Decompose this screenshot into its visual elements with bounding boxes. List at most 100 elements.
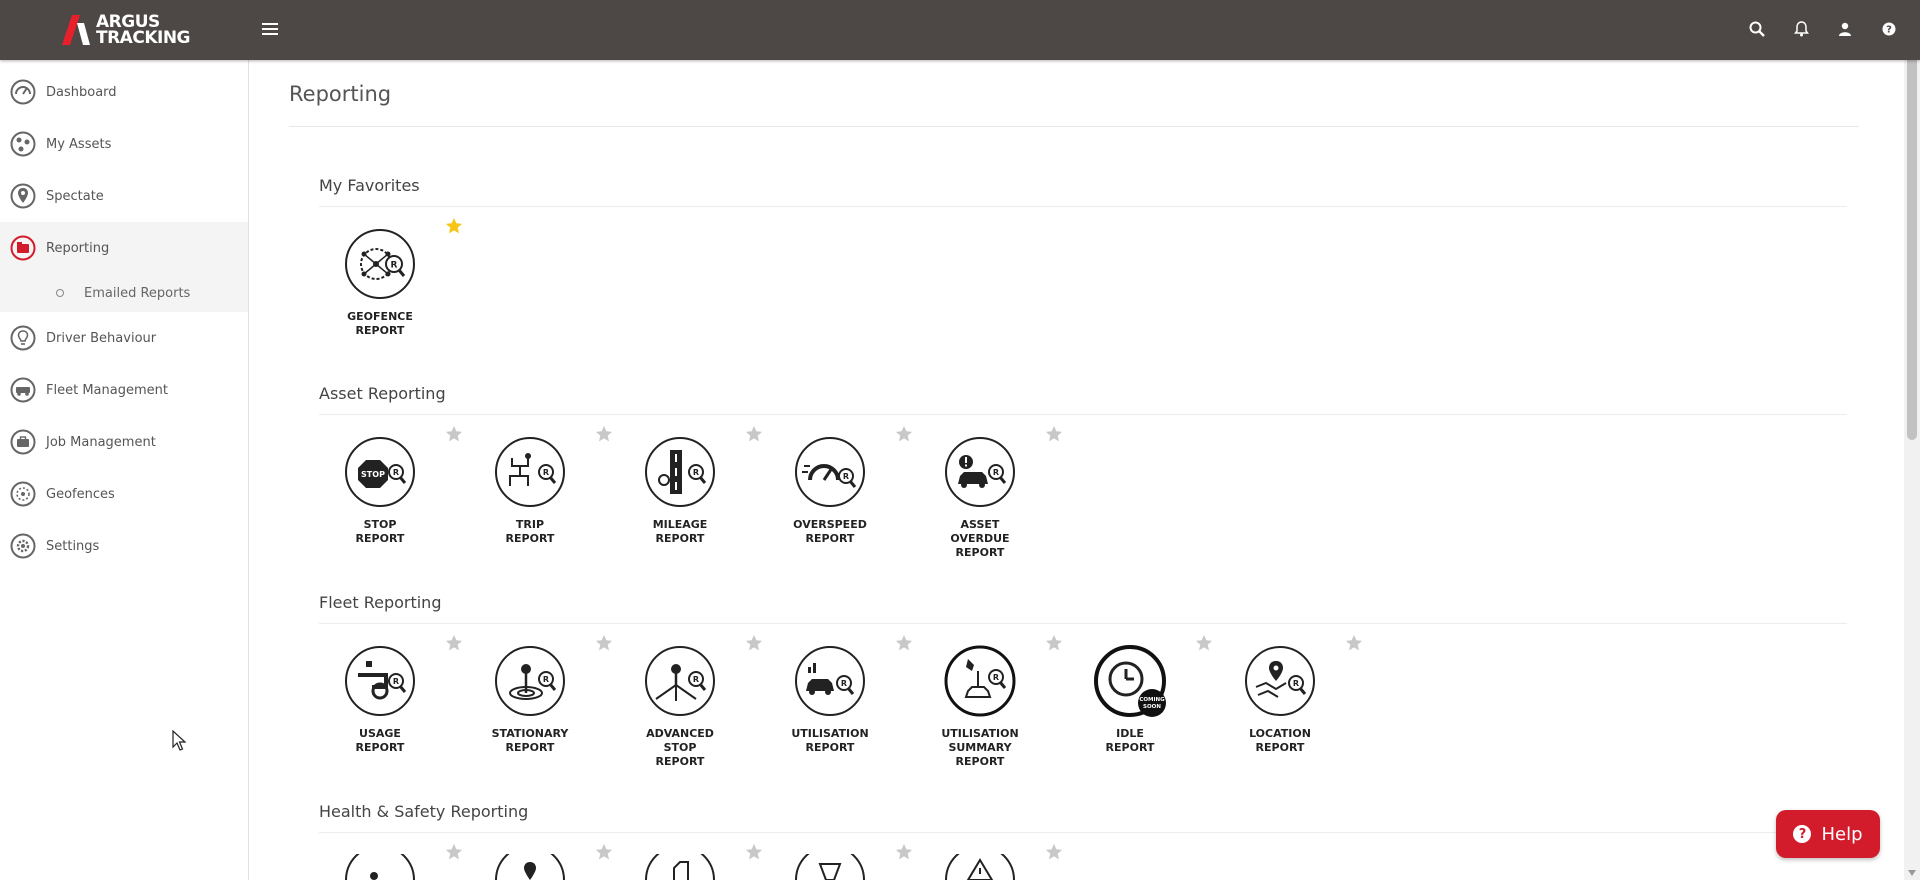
section-title-my-favorites: My Favorites (319, 176, 420, 195)
tile-label: IDLE REPORT (1105, 727, 1155, 754)
sidebar-item-job-management[interactable]: Job Management (0, 416, 248, 468)
tile-label: USAGE REPORT (355, 727, 405, 754)
stationary-report-icon: R (495, 646, 565, 716)
help-button-label: Help (1821, 823, 1863, 845)
usage-report-icon: R (345, 646, 415, 716)
help-button[interactable]: ? Help (1776, 810, 1880, 858)
favorite-star-icon[interactable] (595, 843, 613, 861)
location-pin-icon (10, 183, 36, 209)
trip-report-icon: R (495, 437, 565, 507)
bullet-icon (56, 289, 64, 297)
sidebar-item-label: Reporting (46, 240, 110, 256)
health-safety-tile-3-icon[interactable] (644, 854, 716, 880)
svg-text:R: R (993, 468, 999, 477)
svg-text:R: R (693, 468, 699, 477)
favorite-star-icon[interactable] (1045, 425, 1063, 443)
utilisation-report-icon: R (795, 646, 865, 716)
svg-text:R: R (1293, 679, 1299, 688)
hamburger-menu-button[interactable] (262, 20, 278, 38)
tile-overspeed-report[interactable]: R OVERSPEED REPORT (755, 436, 905, 546)
reporting-icon (10, 235, 36, 261)
sidebar-item-label: Fleet Management (46, 382, 168, 398)
scroll-down-arrow-icon[interactable] (1908, 870, 1916, 876)
tile-trip-report[interactable]: R TRIP REPORT (455, 436, 605, 546)
tile-stop-report[interactable]: STOP R STOP REPORT (305, 436, 455, 546)
logo-mark-icon (62, 15, 90, 45)
tile-geofence-report[interactable]: R GEOFENCE REPORT (305, 228, 455, 338)
sidebar-item-geofences[interactable]: Geofences (0, 468, 248, 520)
health-safety-tile-4-icon[interactable] (794, 854, 866, 880)
favorite-star-icon[interactable] (445, 217, 463, 235)
tile-label: ASSET OVERDUE REPORT (950, 518, 1010, 559)
sidebar-item-driver-behaviour[interactable]: Driver Behaviour (0, 312, 248, 364)
section-divider (319, 623, 1847, 624)
mouse-cursor-icon (172, 730, 186, 751)
sidebar-item-label: My Assets (46, 136, 112, 152)
tile-idle-report[interactable]: COMING SOON IDLE REPORT (1055, 645, 1205, 755)
tile-label: STATIONARY REPORT (491, 727, 569, 754)
favorite-star-icon[interactable] (1345, 634, 1363, 652)
tile-location-report[interactable]: R LOCATION REPORT (1205, 645, 1355, 755)
advanced-stop-report-icon: R (645, 646, 715, 716)
favorite-star-icon[interactable] (445, 843, 463, 861)
tile-mileage-report[interactable]: R MILEAGE REPORT (605, 436, 755, 546)
search-icon[interactable] (1746, 18, 1768, 40)
svg-text:R: R (993, 673, 999, 682)
main-content: Reporting My Favorites R GEOFENCE REPORT… (249, 60, 1904, 880)
tile-utilisation-summary-report[interactable]: R UTILISATION SUMMARY REPORT (905, 645, 1055, 769)
section-divider (319, 414, 1847, 415)
health-safety-tile-5-icon[interactable] (944, 854, 1016, 880)
sidebar-item-settings[interactable]: Settings (0, 520, 248, 572)
section-title-health-safety-reporting: Health & Safety Reporting (319, 802, 529, 821)
section-divider (319, 832, 1847, 833)
sidebar-item-label: Spectate (46, 188, 104, 204)
sidebar-item-label: Job Management (46, 434, 156, 450)
tile-asset-overdue-report[interactable]: R ASSET OVERDUE REPORT (905, 436, 1055, 560)
favorite-star-icon[interactable] (745, 843, 763, 861)
health-safety-tile-1-icon[interactable] (344, 854, 416, 880)
scroll-thumb[interactable] (1907, 16, 1917, 440)
health-safety-tile-2-icon[interactable] (494, 854, 566, 880)
mileage-report-icon: R (645, 437, 715, 507)
briefcase-icon (10, 429, 36, 455)
fleet-icon (10, 377, 36, 403)
sidebar-item-spectate[interactable]: Spectate (0, 170, 248, 222)
favorite-star-icon[interactable] (1045, 843, 1063, 861)
sidebar-item-label: Dashboard (46, 84, 117, 100)
question-circle-icon: ? (1793, 825, 1812, 843)
sidebar-item-fleet-management[interactable]: Fleet Management (0, 364, 248, 416)
geofence-icon (10, 481, 36, 507)
sidebar-item-my-assets[interactable]: My Assets (0, 118, 248, 170)
sidebar-subitem-emailed-reports[interactable]: Emailed Reports (0, 274, 248, 312)
overspeed-report-icon: R (795, 437, 865, 507)
user-icon[interactable] (1834, 18, 1856, 40)
sidebar-item-label: Driver Behaviour (46, 330, 157, 346)
svg-text:R: R (393, 468, 399, 477)
sidebar-item-reporting[interactable]: Reporting (0, 222, 248, 274)
tile-label: UTILISATION REPORT (791, 727, 869, 754)
tile-label: ADVANCED STOP REPORT (646, 727, 714, 768)
svg-text:R: R (841, 679, 847, 688)
svg-text:?: ? (1886, 25, 1892, 36)
geofence-report-icon: R (345, 229, 415, 299)
page-scrollbar[interactable] (1904, 0, 1920, 880)
sidebar-item-dashboard[interactable]: Dashboard (0, 66, 248, 118)
tile-label: GEOFENCE REPORT (347, 310, 413, 337)
tile-label: LOCATION REPORT (1249, 727, 1311, 754)
sidebar-item-label: Geofences (46, 486, 115, 502)
tile-utilisation-report[interactable]: R UTILISATION REPORT (755, 645, 905, 755)
svg-text:R: R (543, 675, 549, 684)
tile-label: MILEAGE REPORT (652, 518, 708, 545)
lightbulb-icon (10, 325, 36, 351)
sidebar: Dashboard My Assets Spectate Reporting E… (0, 60, 249, 880)
argus-tracking-logo[interactable]: ARGUS TRACKING (58, 10, 191, 50)
logo-line2: TRACKING (96, 28, 191, 48)
tile-stationary-report[interactable]: R STATIONARY REPORT (455, 645, 605, 755)
tile-usage-report[interactable]: R USAGE REPORT (305, 645, 455, 755)
tile-advanced-stop-report[interactable]: R ADVANCED STOP REPORT (605, 645, 755, 769)
help-icon[interactable]: ? (1878, 18, 1900, 40)
svg-text:R: R (391, 261, 398, 271)
favorite-star-icon[interactable] (895, 843, 913, 861)
bell-icon[interactable] (1790, 18, 1812, 40)
section-title-fleet-reporting: Fleet Reporting (319, 593, 442, 612)
